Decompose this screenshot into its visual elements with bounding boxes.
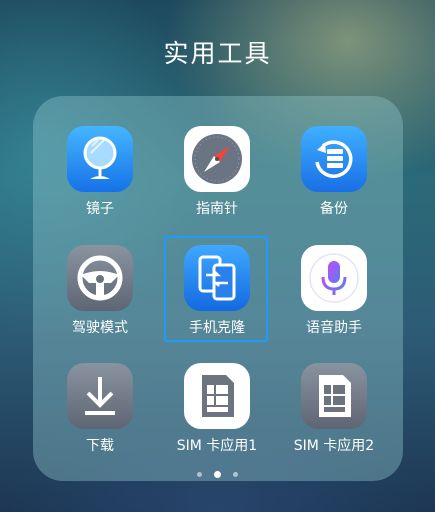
- voice-assistant-icon: [301, 245, 367, 311]
- sim-card-1-icon: [184, 363, 250, 429]
- backup-icon: [301, 126, 367, 192]
- compass-icon: [184, 126, 250, 192]
- app-label: 指南针: [196, 201, 238, 217]
- app-label: SIM 卡应用1: [176, 438, 258, 454]
- app-sim-card-2[interactable]: SIM 卡应用2: [279, 345, 389, 455]
- app-label: 下载: [86, 438, 114, 454]
- app-compass[interactable]: 指南针: [162, 108, 272, 218]
- app-backup[interactable]: 备份: [279, 108, 389, 218]
- app-label: 备份: [320, 201, 348, 217]
- page-indicator[interactable]: [0, 464, 435, 478]
- app-sim-card-1[interactable]: SIM 卡应用1: [162, 345, 272, 455]
- sim-card-2-icon: [301, 363, 367, 429]
- app-label: 驾驶模式: [72, 320, 128, 336]
- mirror-icon: [67, 126, 133, 192]
- page-dot-active[interactable]: [214, 471, 221, 478]
- app-voice-assistant[interactable]: 语音助手: [279, 227, 389, 337]
- app-label: 语音助手: [306, 320, 362, 336]
- app-driving-mode[interactable]: 驾驶模式: [45, 227, 155, 337]
- app-label: SIM 卡应用2: [293, 438, 375, 454]
- page-dot[interactable]: [233, 472, 238, 477]
- app-download[interactable]: 下载: [45, 345, 155, 455]
- steering-wheel-icon: [67, 245, 133, 311]
- app-label: 镜子: [86, 201, 114, 217]
- page-dot[interactable]: [197, 472, 202, 477]
- folder-title: 实用工具: [163, 39, 272, 68]
- download-icon: [67, 363, 133, 429]
- app-mirror[interactable]: 镜子: [45, 108, 155, 218]
- selection-highlight: [164, 236, 268, 342]
